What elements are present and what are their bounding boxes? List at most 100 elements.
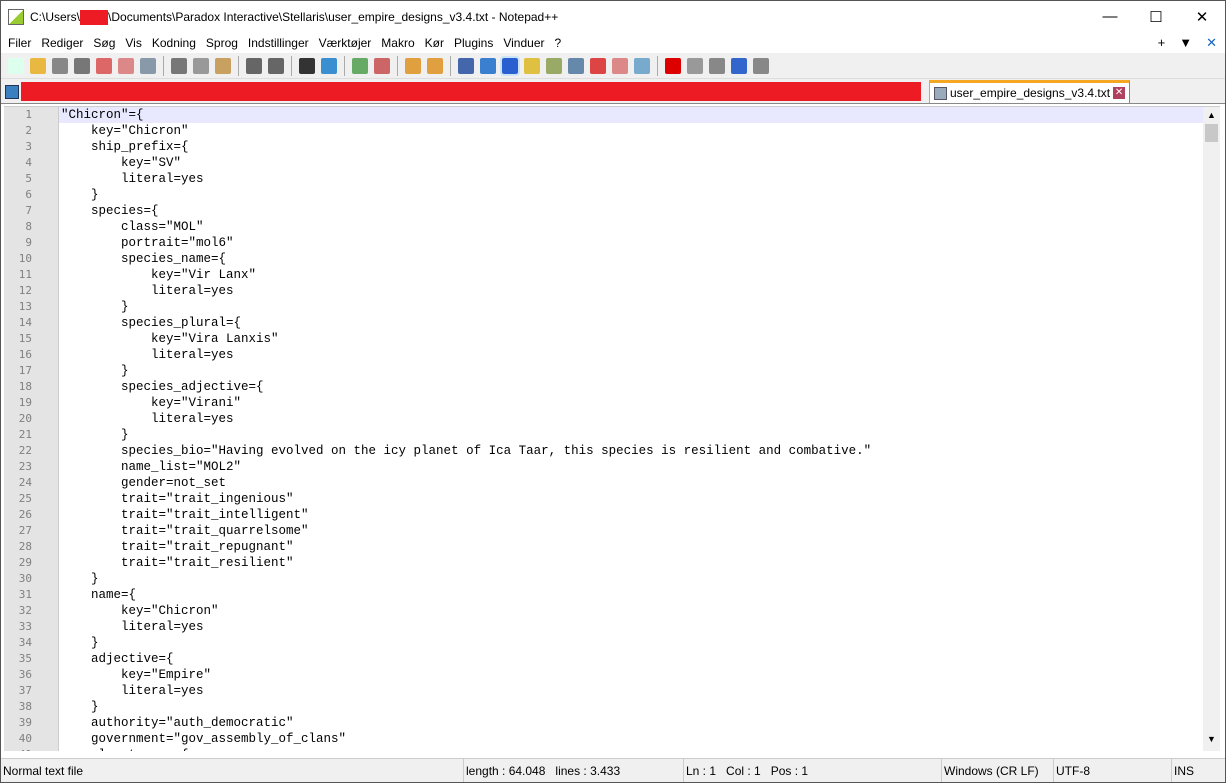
indent-guide-icon[interactable] [500, 55, 520, 76]
code-line[interactable]: literal=yes [59, 683, 1203, 699]
code-line[interactable]: } [59, 699, 1203, 715]
sync-horizontal-icon[interactable] [427, 57, 443, 74]
code-line[interactable]: key="Chicron" [59, 603, 1203, 619]
code-line[interactable]: key="SV" [59, 155, 1203, 171]
tab-list-button[interactable]: ▼ [1179, 35, 1192, 51]
code-line[interactable]: literal=yes [59, 171, 1203, 187]
replace-icon[interactable] [321, 57, 337, 74]
function-list-icon[interactable] [590, 57, 606, 74]
zoom-in-icon[interactable] [352, 57, 368, 74]
menu-item[interactable]: Vinduer [498, 36, 549, 50]
code-line[interactable]: } [59, 363, 1203, 379]
code-line[interactable]: trait="trait_quarrelsome" [59, 523, 1203, 539]
code-line[interactable]: key="Chicron" [59, 123, 1203, 139]
code-line[interactable]: trait="trait_intelligent" [59, 507, 1203, 523]
show-all-chars-icon[interactable] [480, 57, 496, 74]
close-icon[interactable] [96, 57, 112, 74]
save-icon[interactable] [52, 57, 68, 74]
code-line[interactable]: key="Virani" [59, 395, 1203, 411]
menu-item[interactable]: ? [550, 36, 567, 50]
code-line[interactable]: species_plural={ [59, 315, 1203, 331]
menu-item[interactable]: Rediger [36, 36, 88, 50]
code-line[interactable]: "Chicron"={ [59, 107, 1203, 123]
scroll-down-icon[interactable]: ▼ [1203, 734, 1220, 751]
code-area[interactable]: "Chicron"={ key="Chicron" ship_prefix={ … [59, 107, 1203, 751]
maximize-button[interactable]: ☐ [1133, 8, 1179, 26]
code-line[interactable]: government="gov_assembly_of_clans" [59, 731, 1203, 747]
code-line[interactable]: trait="trait_resilient" [59, 555, 1203, 571]
close-doc-button[interactable]: ✕ [1206, 35, 1217, 51]
find-icon[interactable] [299, 57, 315, 74]
minimize-button[interactable]: — [1087, 8, 1133, 26]
new-file-icon[interactable] [8, 57, 24, 74]
new-tab-button[interactable]: + [1158, 35, 1166, 51]
menu-item[interactable]: Kodning [147, 36, 201, 50]
menu-item[interactable]: Vis [120, 36, 146, 50]
menu-item[interactable]: Indstillinger [243, 36, 314, 50]
code-line[interactable]: species_bio="Having evolved on the icy p… [59, 443, 1203, 459]
scroll-thumb[interactable] [1205, 124, 1218, 142]
record-macro-icon[interactable] [665, 57, 681, 74]
code-line[interactable]: species={ [59, 203, 1203, 219]
print-icon[interactable] [140, 57, 156, 74]
redo-icon[interactable] [268, 57, 284, 74]
code-line[interactable]: name_list="MOL2" [59, 459, 1203, 475]
code-line[interactable]: ship_prefix={ [59, 139, 1203, 155]
folder-workspace-icon[interactable] [612, 57, 628, 74]
code-line[interactable]: class="MOL" [59, 219, 1203, 235]
code-line[interactable]: } [59, 299, 1203, 315]
code-line[interactable]: key="Empire" [59, 667, 1203, 683]
menu-item[interactable]: Søg [88, 36, 120, 50]
vertical-scrollbar[interactable]: ▲ ▼ [1203, 107, 1220, 751]
doc-map-icon[interactable] [546, 57, 562, 74]
code-line[interactable]: literal=yes [59, 347, 1203, 363]
scroll-up-icon[interactable]: ▲ [1203, 107, 1220, 124]
menu-item[interactable]: Plugins [449, 36, 498, 50]
menu-item[interactable]: Sprog [201, 36, 243, 50]
paste-icon[interactable] [215, 57, 231, 74]
code-line[interactable]: literal=yes [59, 619, 1203, 635]
run-macro-multiple-icon[interactable] [731, 57, 747, 74]
monitoring-icon[interactable] [634, 57, 650, 74]
code-line[interactable]: key="Vira Lanxis" [59, 331, 1203, 347]
code-line[interactable]: trait="trait_repugnant" [59, 539, 1203, 555]
menu-item[interactable]: Kør [420, 36, 449, 50]
close-tab-icon[interactable]: ✕ [1113, 87, 1126, 99]
code-line[interactable]: } [59, 635, 1203, 651]
code-line[interactable]: adjective={ [59, 651, 1203, 667]
open-file-icon[interactable] [30, 57, 46, 74]
code-line[interactable]: literal=yes [59, 283, 1203, 299]
save-macro-icon[interactable] [753, 57, 769, 74]
tab-user-empire-designs[interactable]: user_empire_designs_v3.4.txt ✕ [929, 80, 1131, 103]
menu-item[interactable]: Værktøjer [314, 36, 377, 50]
code-line[interactable]: species_adjective={ [59, 379, 1203, 395]
copy-icon[interactable] [193, 57, 209, 74]
code-line[interactable]: name={ [59, 587, 1203, 603]
word-wrap-icon[interactable] [458, 57, 474, 74]
editor[interactable]: 1 2 3 4 5 6 7 8 9 10 11 12 13 14 15 16 17 18 19 20 21 22 23 24 2… [4, 106, 1220, 751]
code-line[interactable]: } [59, 427, 1203, 443]
play-macro-icon[interactable] [709, 57, 725, 74]
code-line[interactable]: gender=not_set [59, 475, 1203, 491]
cut-icon[interactable] [171, 57, 187, 74]
save-all-icon[interactable] [74, 57, 90, 74]
undo-icon[interactable] [246, 57, 262, 74]
language-icon[interactable] [524, 57, 540, 74]
menu-item[interactable]: Filer [3, 36, 36, 50]
menu-item[interactable]: Makro [376, 36, 419, 50]
code-line[interactable]: } [59, 187, 1203, 203]
code-line[interactable]: authority="auth_democratic" [59, 715, 1203, 731]
code-line[interactable]: species_name={ [59, 251, 1203, 267]
stop-macro-icon[interactable] [687, 57, 703, 74]
code-line[interactable]: literal=yes [59, 411, 1203, 427]
close-button[interactable]: ✕ [1179, 8, 1225, 26]
doc-list-icon[interactable] [568, 57, 584, 74]
zoom-out-icon[interactable] [374, 57, 390, 74]
sync-vertical-icon[interactable] [405, 57, 421, 74]
code-line[interactable]: portrait="mol6" [59, 235, 1203, 251]
close-all-icon[interactable] [118, 57, 134, 74]
code-line[interactable]: trait="trait_ingenious" [59, 491, 1203, 507]
code-line[interactable]: } [59, 571, 1203, 587]
code-line[interactable]: planet_name={ [59, 747, 1203, 751]
code-line[interactable]: key="Vir Lanx" [59, 267, 1203, 283]
